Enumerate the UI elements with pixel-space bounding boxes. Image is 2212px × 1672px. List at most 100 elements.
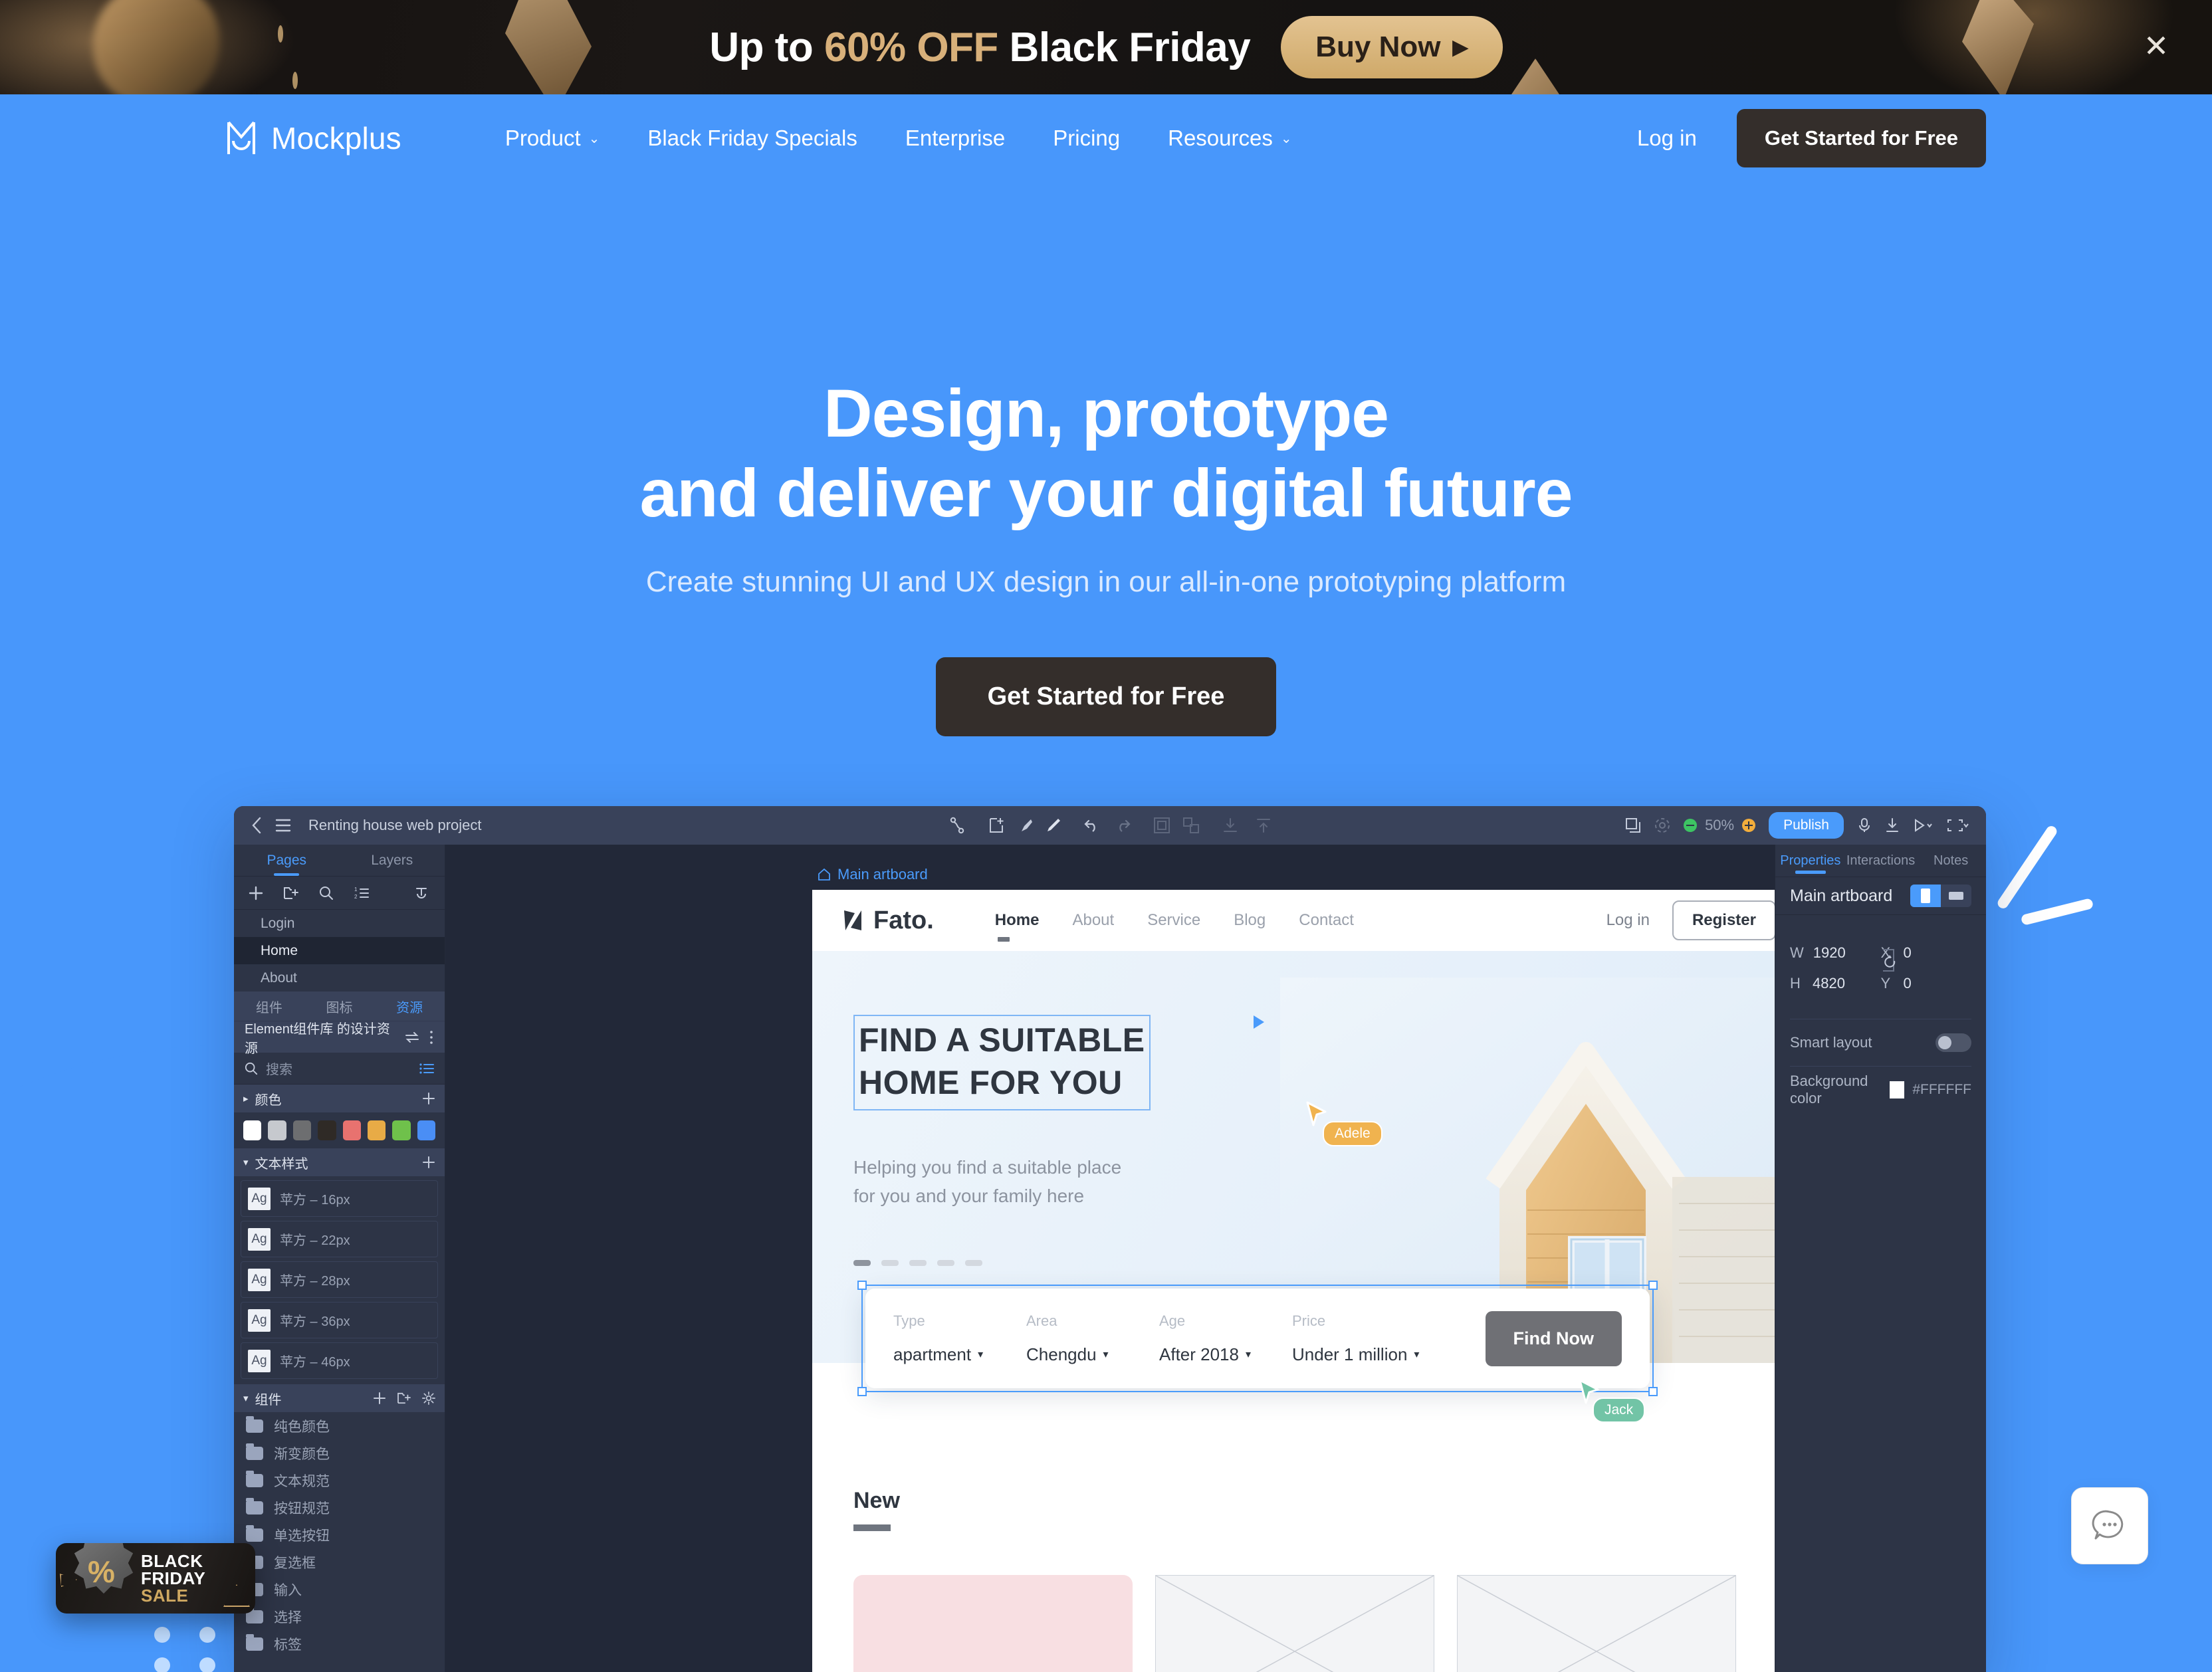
- component-folder-row[interactable]: 文本规范: [234, 1467, 445, 1494]
- property-card[interactable]: [853, 1575, 1133, 1672]
- tab-pages[interactable]: Pages: [234, 845, 340, 876]
- publish-button[interactable]: Publish: [1769, 812, 1844, 839]
- nav-item-product[interactable]: Product ⌄: [481, 126, 624, 151]
- text-style-row[interactable]: Ag 苹方 – 28px: [241, 1261, 438, 1298]
- carousel-dots[interactable]: [853, 1259, 1266, 1266]
- login-link[interactable]: Log in: [1637, 126, 1697, 151]
- property-card[interactable]: [1155, 1575, 1434, 1672]
- component-folder-row[interactable]: 标签: [234, 1630, 445, 1657]
- buy-now-button[interactable]: Buy Now ▶: [1281, 16, 1503, 78]
- smart-layout-row[interactable]: Smart layout: [1775, 1022, 1986, 1063]
- text-style-row[interactable]: Ag 苹方 – 16px: [241, 1180, 438, 1217]
- tab-properties[interactable]: Properties: [1775, 845, 1846, 877]
- smart-layout-toggle[interactable]: [1936, 1033, 1971, 1052]
- get-started-button-hero[interactable]: Get Started for Free: [935, 657, 1277, 736]
- close-icon[interactable]: ✕: [2138, 29, 2175, 66]
- color-swatch[interactable]: [243, 1120, 262, 1140]
- zoom-in-icon[interactable]: [1742, 819, 1756, 832]
- component-folder-row[interactable]: 复选框: [234, 1548, 445, 1576]
- text-style-row[interactable]: Ag 苹方 – 46px: [241, 1342, 438, 1379]
- add-text-style-icon[interactable]: [422, 1156, 435, 1169]
- undo-icon[interactable]: [1084, 817, 1101, 833]
- color-swatch[interactable]: [342, 1120, 361, 1140]
- tab-components[interactable]: 组件: [234, 992, 304, 1021]
- tab-interactions[interactable]: Interactions: [1846, 845, 1916, 877]
- fato-brand[interactable]: Fato.: [841, 906, 934, 935]
- width-field[interactable]: W 1920: [1790, 938, 1881, 968]
- artboard-login-link[interactable]: Log in: [1606, 911, 1650, 930]
- preview-play-icon[interactable]: [1913, 818, 1933, 833]
- component-folder-row[interactable]: 纯色颜色: [234, 1412, 445, 1439]
- menu-icon[interactable]: [275, 818, 291, 833]
- section-components[interactable]: ▾ 组件: [234, 1384, 445, 1412]
- text-style-row[interactable]: Ag 苹方 – 22px: [241, 1221, 438, 1257]
- add-artboard-icon[interactable]: [988, 817, 1006, 834]
- tab-layers[interactable]: Layers: [340, 845, 445, 876]
- color-swatch[interactable]: [292, 1120, 312, 1140]
- resize-handle[interactable]: [857, 1387, 867, 1396]
- page-item-home[interactable]: Home: [234, 937, 445, 964]
- target-icon[interactable]: [1654, 817, 1670, 833]
- component-folder-row[interactable]: 单选按钮: [234, 1521, 445, 1548]
- artboard-register-button[interactable]: Register: [1672, 900, 1775, 940]
- chat-widget-button[interactable]: [2071, 1487, 2148, 1564]
- portrait-option[interactable]: [1910, 885, 1941, 907]
- section-text-styles[interactable]: ▾ 文本样式: [234, 1148, 445, 1176]
- sort-numeric-icon[interactable]: 12: [354, 886, 370, 900]
- carousel-dot[interactable]: [853, 1259, 871, 1266]
- component-folder-row[interactable]: 按钮规范: [234, 1494, 445, 1521]
- color-swatch[interactable]: [392, 1120, 411, 1140]
- align-top-icon[interactable]: [1256, 817, 1272, 833]
- tab-assets[interactable]: 资源: [374, 992, 445, 1021]
- color-swatch[interactable]: [268, 1120, 286, 1140]
- color-swatch[interactable]: [417, 1120, 435, 1140]
- more-options-icon[interactable]: [429, 1030, 434, 1045]
- nav-item-resources[interactable]: Resources ⌄: [1144, 126, 1316, 151]
- download-icon[interactable]: [1885, 817, 1900, 833]
- color-swatch[interactable]: [367, 1120, 386, 1140]
- artboard-nav-home[interactable]: Home: [995, 911, 1039, 942]
- fullscreen-icon[interactable]: [1946, 818, 1969, 833]
- component-folder-row[interactable]: 渐变颜色: [234, 1439, 445, 1467]
- swap-icon[interactable]: [405, 1031, 419, 1043]
- resize-handle[interactable]: [1648, 1387, 1658, 1396]
- resize-handle[interactable]: [857, 1281, 867, 1290]
- background-color-chip[interactable]: [1889, 1081, 1905, 1098]
- list-view-icon[interactable]: [419, 1063, 434, 1075]
- add-component-icon[interactable]: [373, 1392, 386, 1405]
- page-item-login[interactable]: Login: [234, 910, 445, 937]
- search-icon[interactable]: [319, 886, 334, 900]
- resize-handle[interactable]: [1648, 1281, 1658, 1290]
- add-folder-icon[interactable]: [397, 1392, 411, 1404]
- nav-item-enterprise[interactable]: Enterprise: [881, 126, 1029, 151]
- add-page-icon[interactable]: [249, 886, 263, 900]
- ungroup-icon[interactable]: [1182, 817, 1200, 834]
- redo-icon[interactable]: [1113, 817, 1131, 833]
- carousel-dot[interactable]: [909, 1259, 927, 1266]
- asset-search-row[interactable]: 搜索: [234, 1053, 445, 1085]
- carousel-dot[interactable]: [937, 1259, 954, 1266]
- brand-logo[interactable]: Mockplus: [226, 120, 401, 156]
- search-input[interactable]: 搜索: [266, 1059, 292, 1078]
- add-folder-icon[interactable]: [283, 887, 299, 900]
- gear-icon[interactable]: [422, 1392, 435, 1405]
- carousel-dot[interactable]: [965, 1259, 982, 1266]
- artboard-nav-blog[interactable]: Blog: [1234, 911, 1266, 930]
- tab-notes[interactable]: Notes: [1916, 845, 1986, 877]
- group-icon[interactable]: [1153, 817, 1170, 834]
- pencil-icon[interactable]: [1046, 817, 1061, 833]
- import-sketch-icon[interactable]: [414, 886, 430, 900]
- component-folder-row[interactable]: 选择: [234, 1603, 445, 1630]
- height-field[interactable]: H 4820: [1790, 968, 1881, 999]
- black-friday-floating-badge[interactable]: % BLACK FRIDAY SALE: [56, 1543, 255, 1614]
- tab-icons[interactable]: 图标: [304, 992, 375, 1021]
- get-started-button-nav[interactable]: Get Started for Free: [1736, 109, 1986, 167]
- landscape-option[interactable]: [1941, 885, 1971, 907]
- zoom-out-icon[interactable]: [1684, 819, 1698, 832]
- add-color-icon[interactable]: [422, 1092, 435, 1105]
- page-item-about[interactable]: About: [234, 964, 445, 992]
- align-bottom-icon[interactable]: [1222, 817, 1238, 833]
- artboard-nav-service[interactable]: Service: [1147, 911, 1200, 930]
- artboard-nav-about[interactable]: About: [1072, 911, 1114, 930]
- pen-tool-icon[interactable]: [1018, 817, 1034, 833]
